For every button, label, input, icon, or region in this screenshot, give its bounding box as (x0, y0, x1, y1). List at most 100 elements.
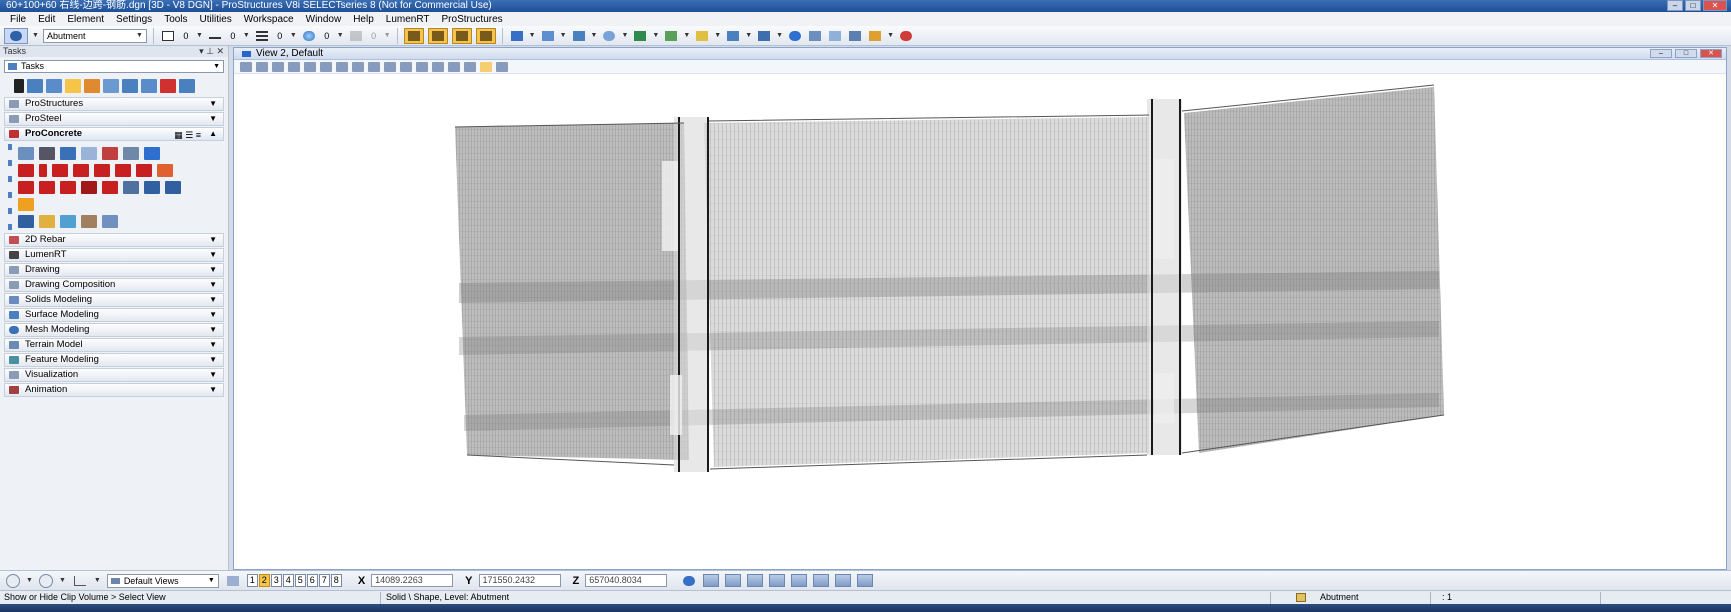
tasks-combo[interactable]: Tasks ▼ (4, 60, 224, 73)
menu-tools[interactable]: Tools (164, 14, 187, 25)
standard-tool-5-icon[interactable] (632, 28, 648, 44)
standard-tool-6-icon[interactable] (663, 28, 679, 44)
chevron-down-icon[interactable]: ▼ (243, 32, 250, 39)
standard-tool-1-icon[interactable] (509, 28, 525, 44)
task-group-lumenrt[interactable]: LumenRT ▼ (4, 248, 224, 262)
top-view-icon[interactable] (703, 574, 720, 587)
standard-tool-7-icon[interactable] (694, 28, 710, 44)
iso-view-icon[interactable] (769, 574, 786, 587)
camera-icon[interactable] (496, 61, 508, 72)
standard-tool-13-icon[interactable] (867, 28, 883, 44)
move-icon[interactable] (46, 78, 62, 93)
database-tool-icon[interactable] (60, 146, 76, 160)
chevron-down-icon[interactable]: ▼ (776, 32, 783, 39)
menu-prostructures[interactable]: ProStructures (442, 14, 503, 25)
rebar-area-icon[interactable] (60, 180, 76, 194)
prostructures-tool-4-icon[interactable] (475, 27, 496, 44)
next-view-icon[interactable] (432, 61, 444, 72)
menu-element[interactable]: Element (67, 14, 104, 25)
chevron-down-icon[interactable]: ▼ (59, 577, 66, 584)
right-iso-view-icon[interactable] (857, 574, 874, 587)
delete-icon[interactable] (160, 78, 176, 93)
view-button-1[interactable]: 1 (246, 574, 258, 587)
zoom-in-icon[interactable] (304, 61, 316, 72)
menu-edit[interactable]: Edit (38, 14, 55, 25)
rebar-link-icon[interactable] (165, 180, 181, 194)
view-groups-icon[interactable] (225, 573, 241, 589)
standard-tool-9-icon[interactable] (756, 28, 772, 44)
menu-settings[interactable]: Settings (116, 14, 152, 25)
forward-icon[interactable] (38, 573, 53, 588)
maximize-button[interactable]: □ (1685, 0, 1701, 11)
opening-icon[interactable] (157, 163, 173, 177)
chart-tool-icon[interactable] (39, 146, 55, 160)
stair-icon[interactable] (115, 163, 131, 177)
chevron-down-icon[interactable]: ▼ (26, 577, 33, 584)
rebar-hook-icon[interactable] (144, 180, 160, 194)
model-canvas[interactable] (234, 75, 1726, 569)
walk-icon[interactable] (400, 61, 412, 72)
element-attributes-icon[interactable] (4, 27, 28, 44)
view-minimize-button[interactable]: – (1650, 49, 1672, 58)
chevron-down-icon[interactable]: ▼ (621, 32, 628, 39)
previous-view-icon[interactable] (416, 61, 428, 72)
line-style-icon[interactable] (207, 28, 223, 44)
view-button-5[interactable]: 5 (294, 574, 306, 587)
settings-tool-icon[interactable] (18, 146, 34, 160)
select-tool-icon[interactable] (102, 214, 118, 228)
help-icon[interactable] (144, 146, 160, 160)
book-icon[interactable] (18, 214, 34, 228)
menu-lumenrt[interactable]: LumenRT (386, 14, 430, 25)
detail-icon[interactable] (39, 214, 55, 228)
saved-view-icon[interactable] (72, 573, 88, 589)
task-group-feature-modeling[interactable]: Feature Modeling ▼ (4, 353, 224, 367)
clip-mask-icon[interactable] (464, 61, 476, 72)
clip-volume-icon[interactable] (448, 61, 460, 72)
task-group-terrain-model[interactable]: Terrain Model ▼ (4, 338, 224, 352)
chevron-down-icon[interactable]: ▼ (384, 32, 391, 39)
x-coordinate-field[interactable]: 14089.2263 (371, 574, 454, 587)
update-view-icon[interactable] (288, 61, 300, 72)
wall-icon[interactable] (136, 163, 152, 177)
menu-file[interactable]: File (10, 14, 26, 25)
copy-icon[interactable] (65, 78, 81, 93)
view-button-4[interactable]: 4 (282, 574, 294, 587)
mirror-icon[interactable] (122, 78, 138, 93)
doc-tool-icon[interactable] (81, 146, 97, 160)
prostructures-tool-2-icon[interactable] (427, 27, 448, 44)
table-tool-icon[interactable] (123, 146, 139, 160)
disable-icon[interactable] (898, 28, 914, 44)
render-icon[interactable] (60, 214, 76, 228)
standard-tool-12-icon[interactable] (847, 28, 863, 44)
color-icon[interactable] (160, 28, 176, 44)
export-icon[interactable] (81, 214, 97, 228)
clip-toggle-icon[interactable] (480, 61, 492, 72)
column-icon[interactable] (39, 163, 47, 177)
chevron-down-icon[interactable]: ▼ (714, 32, 721, 39)
chevron-down-icon[interactable]: ▼ (887, 32, 894, 39)
prostructures-tool-1-icon[interactable] (403, 27, 424, 44)
beam-icon[interactable] (18, 163, 34, 177)
task-group-animation[interactable]: Animation ▼ (4, 383, 224, 397)
front-view-icon[interactable] (725, 574, 742, 587)
rotate-icon[interactable] (84, 78, 100, 93)
chevron-down-icon[interactable]: ▼ (683, 32, 690, 39)
view-title-bar[interactable]: View 2, Default – □ ✕ (234, 48, 1726, 60)
left-view-icon[interactable] (835, 574, 852, 587)
standard-tool-8-icon[interactable] (725, 28, 741, 44)
task-group-prostructures[interactable]: ProStructures ▼ (4, 97, 224, 111)
brightness-icon[interactable] (272, 61, 284, 72)
view-close-button[interactable]: ✕ (1700, 49, 1722, 58)
close-button[interactable]: ✕ (1703, 0, 1727, 11)
lock-icon[interactable] (1296, 593, 1306, 602)
view-maximize-button[interactable]: □ (1675, 49, 1697, 58)
chevron-down-icon[interactable]: ▼ (591, 32, 598, 39)
rebar-face-icon[interactable] (81, 180, 97, 194)
transparency-icon[interactable] (301, 28, 317, 44)
display-style-icon[interactable] (256, 61, 268, 72)
rebar-shape-icon[interactable] (18, 180, 34, 194)
chevron-down-icon[interactable]: ▼ (94, 577, 101, 584)
rotate-view-icon[interactable] (681, 573, 697, 589)
panel-controls[interactable]: ▾ ⊥ ✕ (199, 46, 224, 57)
rotate-view-icon[interactable] (368, 61, 380, 72)
